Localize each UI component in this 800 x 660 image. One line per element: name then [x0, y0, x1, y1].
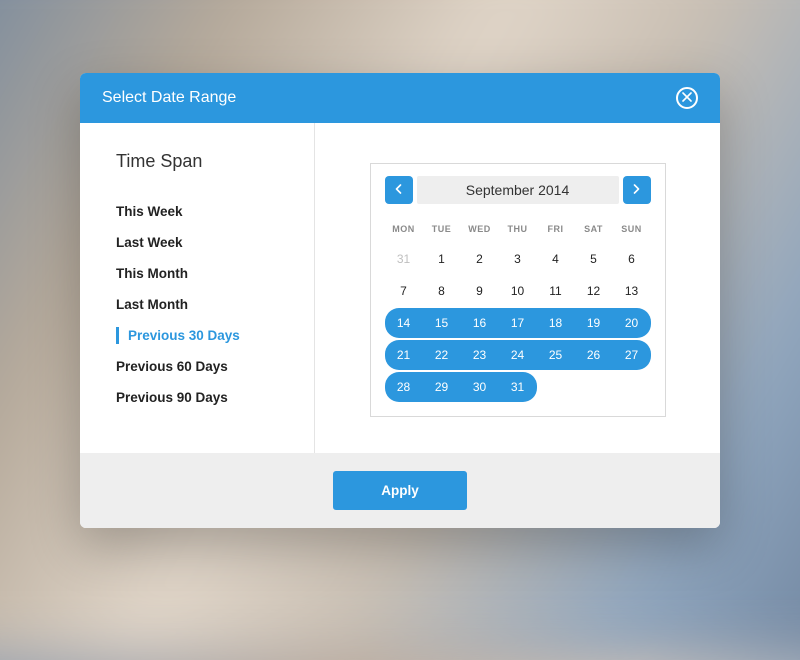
calendar-day[interactable]: 15	[423, 308, 461, 338]
calendar-day[interactable]: 12	[575, 276, 613, 306]
calendar-day[interactable]: 29	[423, 372, 461, 402]
calendar-day[interactable]: 11	[537, 276, 575, 306]
sidebar-title: Time Span	[116, 151, 314, 172]
calendar: September 2014 MONTUEWEDTHUFRISATSUN3112…	[370, 163, 666, 417]
calendar-day[interactable]: 7	[385, 276, 423, 306]
calendar-day[interactable]: 22	[423, 340, 461, 370]
modal-title: Select Date Range	[102, 89, 236, 107]
prev-month-button[interactable]	[385, 176, 413, 204]
calendar-dow: TUE	[423, 218, 461, 242]
modal-header: Select Date Range	[80, 73, 720, 123]
calendar-dow: WED	[461, 218, 499, 242]
calendar-header: September 2014	[385, 176, 651, 204]
next-month-button[interactable]	[623, 176, 651, 204]
calendar-pane: September 2014 MONTUEWEDTHUFRISATSUN3112…	[315, 123, 720, 453]
calendar-day[interactable]: 5	[575, 244, 613, 274]
close-button[interactable]	[676, 87, 698, 109]
timespan-option[interactable]: This Week	[116, 196, 314, 227]
calendar-day[interactable]: 3	[499, 244, 537, 274]
calendar-day[interactable]: 14	[385, 308, 423, 338]
calendar-day[interactable]: 19	[575, 308, 613, 338]
calendar-day[interactable]: 17	[499, 308, 537, 338]
apply-button[interactable]: Apply	[333, 471, 467, 510]
calendar-day[interactable]: 31	[499, 372, 537, 402]
modal-footer: Apply	[80, 453, 720, 528]
timespan-list: This WeekLast WeekThis MonthLast MonthPr…	[116, 196, 314, 413]
chevron-left-icon	[395, 183, 402, 197]
calendar-dow: SUN	[613, 218, 651, 242]
calendar-day[interactable]: 4	[537, 244, 575, 274]
calendar-day[interactable]: 23	[461, 340, 499, 370]
calendar-day[interactable]: 6	[613, 244, 651, 274]
calendar-day[interactable]: 20	[613, 308, 651, 338]
calendar-grid: MONTUEWEDTHUFRISATSUN3112345678910111213…	[385, 218, 651, 402]
calendar-day[interactable]: 21	[385, 340, 423, 370]
calendar-day[interactable]: 31	[385, 244, 423, 274]
calendar-month-label: September 2014	[417, 176, 619, 204]
timespan-option[interactable]: Previous 90 Days	[116, 382, 314, 413]
close-icon	[682, 91, 692, 104]
calendar-day[interactable]: 18	[537, 308, 575, 338]
calendar-day[interactable]: 1	[423, 244, 461, 274]
calendar-day[interactable]: 10	[499, 276, 537, 306]
modal-body: Time Span This WeekLast WeekThis MonthLa…	[80, 123, 720, 453]
calendar-day[interactable]: 8	[423, 276, 461, 306]
chevron-right-icon	[633, 183, 640, 197]
timespan-sidebar: Time Span This WeekLast WeekThis MonthLa…	[80, 123, 315, 453]
timespan-option[interactable]: Last Week	[116, 227, 314, 258]
calendar-day[interactable]: 27	[613, 340, 651, 370]
calendar-dow: MON	[385, 218, 423, 242]
calendar-day[interactable]: 25	[537, 340, 575, 370]
calendar-day[interactable]: 13	[613, 276, 651, 306]
timespan-option[interactable]: Last Month	[116, 289, 314, 320]
timespan-option[interactable]: Previous 60 Days	[116, 351, 314, 382]
timespan-option[interactable]: This Month	[116, 258, 314, 289]
calendar-dow: SAT	[575, 218, 613, 242]
calendar-day[interactable]: 26	[575, 340, 613, 370]
calendar-dow: FRI	[537, 218, 575, 242]
date-range-modal: Select Date Range Time Span This WeekLas…	[80, 73, 720, 528]
calendar-dow: THU	[499, 218, 537, 242]
calendar-day[interactable]: 30	[461, 372, 499, 402]
calendar-day[interactable]: 9	[461, 276, 499, 306]
calendar-day[interactable]: 24	[499, 340, 537, 370]
calendar-day[interactable]: 2	[461, 244, 499, 274]
calendar-day[interactable]: 28	[385, 372, 423, 402]
timespan-option[interactable]: Previous 30 Days	[116, 320, 314, 351]
calendar-day[interactable]: 16	[461, 308, 499, 338]
